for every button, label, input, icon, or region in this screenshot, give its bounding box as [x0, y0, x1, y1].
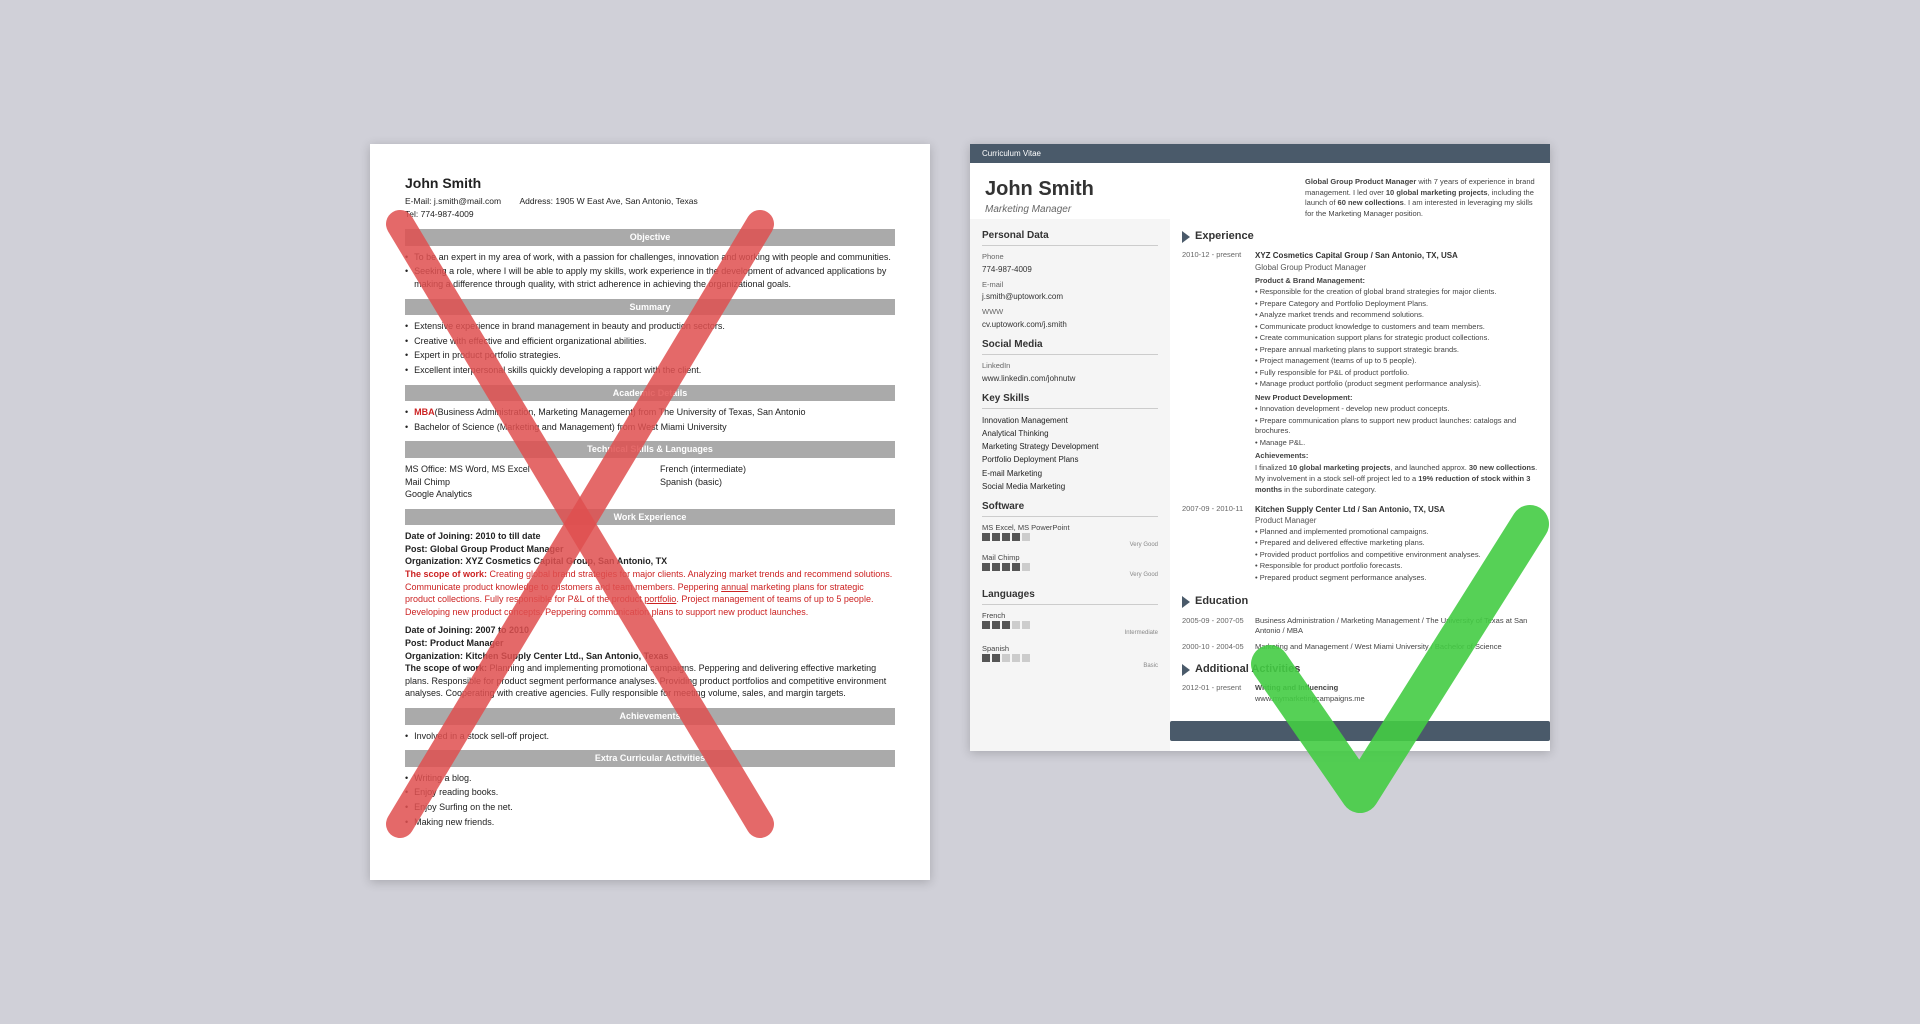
linkedin-label: LinkedIn — [982, 361, 1158, 372]
job-1: Date of Joining: 2010 to till date Post:… — [405, 530, 895, 618]
software-title: Software — [982, 500, 1158, 517]
objective-bullet-1: To be an expert in my area of work, with… — [405, 251, 895, 264]
software-item-1: MS Excel, MS PowerPoint Very Good — [982, 523, 1158, 550]
key-skills-title: Key Skills — [982, 392, 1158, 409]
language-bars-2 — [982, 654, 1158, 662]
additional-section-header: Additional Activities — [1182, 662, 1538, 677]
linkedin-value: www.linkedin.com/johnutw — [982, 373, 1158, 384]
skill-spanish: Spanish (basic) — [660, 476, 895, 489]
technical-col2: French (intermediate) Spanish (basic) — [660, 463, 895, 501]
cv-name-title: John Smith Marketing Manager — [985, 175, 1094, 217]
language-bars-1 — [982, 621, 1158, 629]
extracurricular-bullet-2: Enjoy reading books. — [405, 786, 895, 799]
skill-item-5: E-mail Marketing — [982, 468, 1158, 479]
bottom-bar — [1170, 721, 1550, 741]
personal-data-title: Personal Data — [982, 229, 1158, 246]
achievements-header: Achievements — [405, 708, 895, 725]
objective-header: Objective — [405, 229, 895, 246]
skill-item-2: Analytical Thinking — [982, 428, 1158, 439]
extracurricular-bullet-4: Making new friends. — [405, 816, 895, 829]
phone-label: Phone — [982, 252, 1158, 263]
experience-arrow-icon — [1182, 231, 1190, 243]
main-container: John Smith E-Mail: j.smith@mail.com Addr… — [330, 104, 1590, 920]
education-section-header: Education — [1182, 594, 1538, 609]
left-tel-line: Tel: 774-987-4009 — [405, 209, 895, 221]
education-arrow-icon — [1182, 596, 1190, 608]
edu-entry-2: 2000-10 - 2004-05 Marketing and Manageme… — [1182, 642, 1538, 653]
edu-entry-1: 2005-09 - 2007-05 Business Administratio… — [1182, 616, 1538, 637]
language-item-1: French Intermediate — [982, 611, 1158, 638]
left-name: John Smith — [405, 174, 895, 194]
extracurricular-bullet-3: Enjoy Surfing on the net. — [405, 801, 895, 814]
social-media-title: Social Media — [982, 338, 1158, 355]
cv-left-col: Personal Data Phone 774-987-4009 E-mail … — [970, 219, 1170, 751]
additional-arrow-icon — [1182, 664, 1190, 676]
skill-item-4: Portfolio Deployment Plans — [982, 454, 1158, 465]
technical-header: Technical Skills & Languages — [405, 441, 895, 458]
skill-french: French (intermediate) — [660, 463, 895, 476]
academic-bullet-2: Bachelor of Science (Marketing and Manag… — [405, 421, 895, 434]
phone-value: 774-987-4009 — [982, 264, 1158, 275]
achievement-bullet-1: Involved in a stock sell-off project. — [405, 730, 895, 743]
technical-col1: MS Office: MS Word, MS Excel Mail Chimp … — [405, 463, 640, 501]
job2-scope: The scope of work: Planning and implemen… — [405, 662, 895, 700]
skill-google-analytics: Google Analytics — [405, 488, 640, 501]
exp-job-1: 2010-12 - present XYZ Cosmetics Capital … — [1182, 250, 1538, 496]
software-item-2: Mail Chimp Very Good — [982, 553, 1158, 580]
summary-bullet-3: Expert in product portfolio strategies. — [405, 349, 895, 362]
skill-item-6: Social Media Marketing — [982, 481, 1158, 492]
objective-bullet-2: Seeking a role, where I will be able to … — [405, 265, 895, 290]
additional-entry-1: 2012-01 - present Writing and Influencin… — [1182, 683, 1538, 704]
academic-header: Academic Details — [405, 385, 895, 402]
cv-name: John Smith — [985, 175, 1094, 203]
extracurricular-bullet-1: Writing a blog. — [405, 772, 895, 785]
skill-item-1: Innovation Management — [982, 415, 1158, 426]
www-value: cv.uptowork.com/j.smith — [982, 319, 1158, 330]
bottom-spacer — [405, 830, 895, 850]
language-item-2: Spanish Basic — [982, 644, 1158, 671]
exp-job-2: 2007-09 - 2010-11 Kitchen Supply Center … — [1182, 504, 1538, 584]
work-header: Work Experience — [405, 509, 895, 526]
cv-intro: Global Group Product Manager with 7 year… — [1305, 175, 1535, 219]
summary-header: Summary — [405, 299, 895, 316]
skill-ms-office: MS Office: MS Word, MS Excel — [405, 463, 640, 476]
cv-right-col: Experience 2010-12 - present XYZ Cosmeti… — [1170, 219, 1550, 751]
languages-title: Languages — [982, 588, 1158, 605]
software-bars-2 — [982, 563, 1158, 571]
www-label: WWW — [982, 307, 1158, 318]
extracurricular-header: Extra Curricular Activities — [405, 750, 895, 767]
job1-scope: The scope of work: Creating global brand… — [405, 568, 895, 618]
experience-section-header: Experience — [1182, 229, 1538, 244]
email-label: E-mail — [982, 280, 1158, 291]
technical-skills: MS Office: MS Word, MS Excel Mail Chimp … — [405, 463, 895, 501]
email-value: j.smith@uptowork.com — [982, 291, 1158, 302]
cv-header-bar: Curriculum Vitae — [970, 144, 1550, 163]
cv-job-title: Marketing Manager — [985, 203, 1094, 217]
software-bars-1 — [982, 533, 1158, 541]
job2-bullets: • Planned and implemented promotional ca… — [1255, 527, 1538, 584]
cv-body: Personal Data Phone 774-987-4009 E-mail … — [970, 219, 1550, 751]
job-2: Date of Joining: 2007 to 2010 Post: Prod… — [405, 624, 895, 700]
skill-mail-chimp: Mail Chimp — [405, 476, 640, 489]
summary-bullet-4: Excellent interpersonal skills quickly d… — [405, 364, 895, 377]
resume-left: John Smith E-Mail: j.smith@mail.com Addr… — [370, 144, 930, 880]
academic-bullet-1: MBA (Business Administration, Marketing … — [405, 406, 895, 419]
summary-bullet-2: Creative with effective and efficient or… — [405, 335, 895, 348]
job1-product-brand: Product & Brand Management: • Responsibl… — [1255, 276, 1538, 496]
skill-item-3: Marketing Strategy Development — [982, 441, 1158, 452]
summary-bullet-1: Extensive experience in brand management… — [405, 320, 895, 333]
cv-name-area: John Smith Marketing Manager Global Grou… — [970, 163, 1550, 219]
left-email-line: E-Mail: j.smith@mail.com Address: 1905 W… — [405, 196, 895, 208]
resume-right: Curriculum Vitae John Smith Marketing Ma… — [970, 144, 1550, 752]
